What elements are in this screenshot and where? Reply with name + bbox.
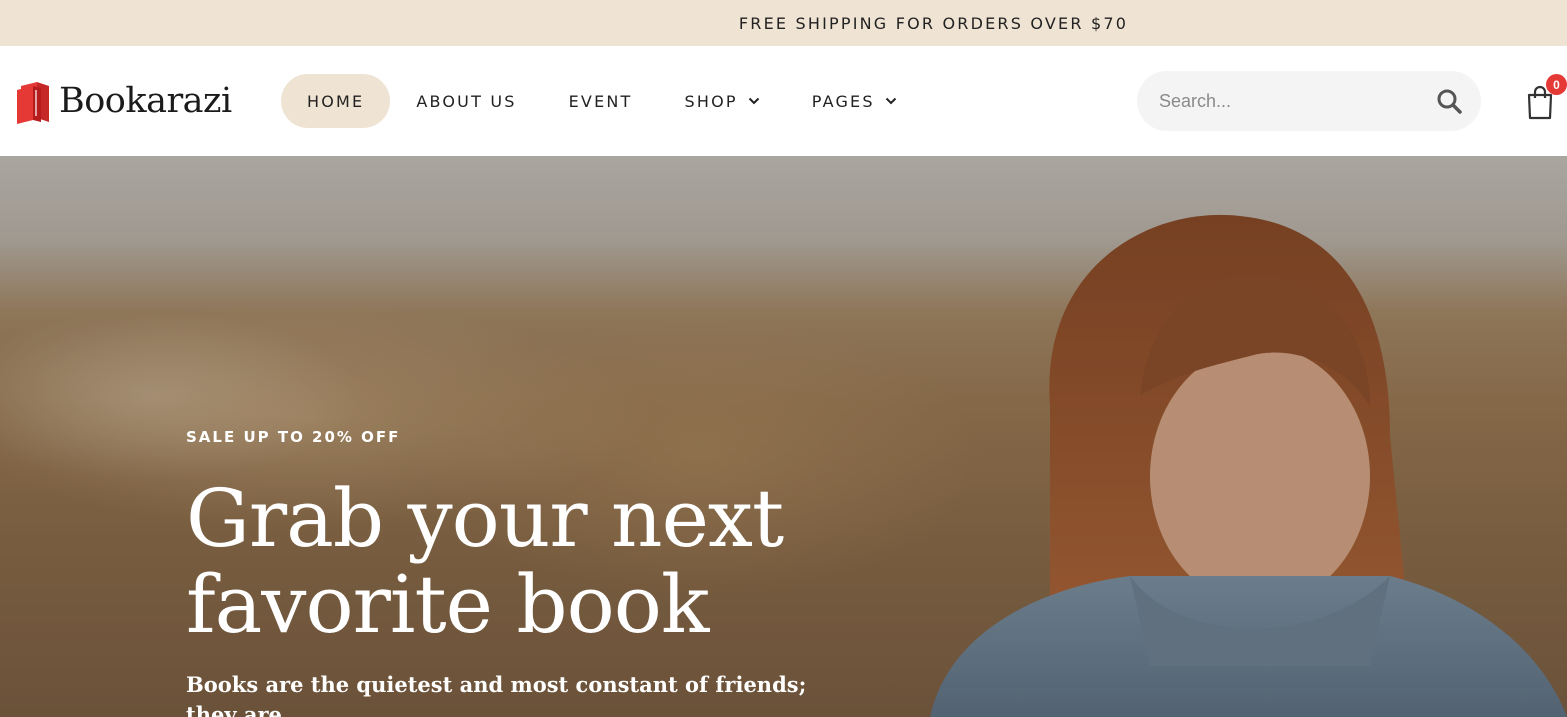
nav-shop-label: SHOP [684, 91, 738, 111]
hero-banner: SALE UP TO 20% OFF Grab your next favori… [0, 156, 1567, 717]
site-header: Bookarazi HOME ABOUT US EVENT SHOP PAGES [0, 46, 1567, 156]
nav-home[interactable]: HOME [281, 74, 391, 128]
logo-text: Bookarazi [59, 81, 232, 121]
main-nav: HOME ABOUT US EVENT SHOP PAGES [281, 74, 923, 128]
search-icon[interactable] [1435, 87, 1463, 115]
nav-about-us[interactable]: ABOUT US [390, 74, 542, 128]
search-input[interactable] [1137, 71, 1435, 131]
hero-content: SALE UP TO 20% OFF Grab your next favori… [186, 428, 866, 717]
nav-about-us-label: ABOUT US [416, 91, 517, 111]
chevron-down-icon [748, 97, 759, 105]
nav-event[interactable]: EVENT [543, 74, 659, 128]
nav-shop[interactable]: SHOP [659, 74, 786, 128]
hero-eyebrow: SALE UP TO 20% OFF [186, 428, 401, 446]
announcement-text: FREE SHIPPING FOR ORDERS OVER $70 [738, 13, 1129, 33]
nav-pages-label: PAGES [811, 91, 875, 111]
chevron-down-icon [885, 97, 896, 105]
cart-button[interactable]: 0 [1524, 74, 1567, 122]
hero-subtext: Books are the quietest and most constant… [186, 672, 807, 717]
logo[interactable]: Bookarazi [15, 78, 232, 124]
nav-home-label: HOME [307, 91, 365, 111]
nav-event-label: EVENT [568, 91, 633, 111]
hero-headline: Grab your next favorite book [186, 472, 784, 651]
search-box [1137, 71, 1481, 131]
announcement-bar: FREE SHIPPING FOR ORDERS OVER $70 [0, 0, 1567, 46]
cart-count-badge: 0 [1546, 74, 1567, 95]
nav-pages[interactable]: PAGES [786, 74, 923, 128]
books-icon [17, 82, 49, 124]
